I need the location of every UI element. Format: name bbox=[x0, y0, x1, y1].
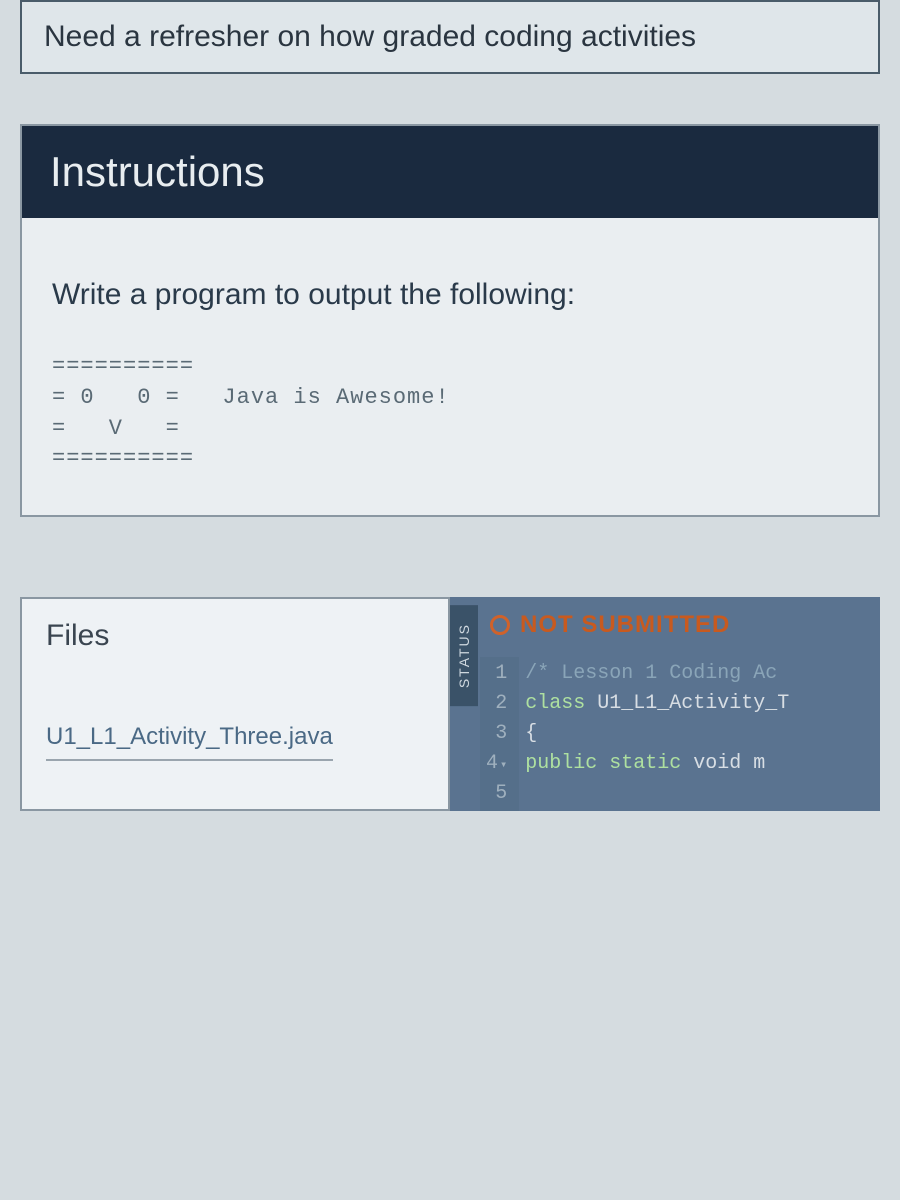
line-number: 2 bbox=[486, 689, 507, 719]
line-number: 3 bbox=[486, 719, 507, 749]
instructions-body: Write a program to output the following:… bbox=[22, 218, 878, 515]
fold-marker-icon[interactable]: ▾ bbox=[500, 758, 507, 772]
refresher-banner[interactable]: Need a refresher on how graded coding ac… bbox=[20, 0, 880, 74]
editor-main: NOT SUBMITTED 1 2 3 4▾ 5 /* Lesson 1 Cod… bbox=[480, 597, 880, 811]
code-token-keyword: public static bbox=[525, 752, 681, 775]
code-token-keyword: class bbox=[525, 692, 585, 715]
refresher-banner-text: Need a refresher on how graded coding ac… bbox=[44, 20, 696, 53]
instructions-prompt: Write a program to output the following: bbox=[52, 278, 848, 312]
status-tab[interactable]: STATUS bbox=[450, 605, 478, 706]
code-editor[interactable]: 1 2 3 4▾ 5 /* Lesson 1 Coding Ac class U… bbox=[480, 657, 880, 811]
editor-panel: STATUS NOT SUBMITTED 1 2 3 4▾ 5 /* Lesso… bbox=[450, 597, 880, 811]
files-heading: Files bbox=[46, 619, 424, 653]
ide-row: Files U1_L1_Activity_Three.java STATUS N… bbox=[20, 597, 880, 811]
submission-status: NOT SUBMITTED bbox=[480, 597, 880, 657]
code-lines[interactable]: /* Lesson 1 Coding Ac class U1_L1_Activi… bbox=[519, 657, 795, 811]
instructions-panel: Instructions Write a program to output t… bbox=[20, 124, 880, 517]
sample-line: = 0 0 = Java is Awesome! bbox=[52, 385, 450, 410]
code-token-comment: /* Lesson 1 Coding Ac bbox=[525, 662, 777, 685]
line-number: 4▾ bbox=[486, 749, 507, 779]
status-circle-icon bbox=[490, 615, 510, 635]
expected-output-sample: ========== = 0 0 = Java is Awesome! = V … bbox=[52, 352, 848, 475]
code-token-brace: { bbox=[525, 719, 789, 749]
sample-line: ========== bbox=[52, 354, 194, 379]
code-token: void m bbox=[681, 752, 765, 775]
files-panel: Files U1_L1_Activity_Three.java bbox=[20, 597, 450, 811]
code-token-classname: U1_L1_Activity_T bbox=[585, 692, 789, 715]
line-number: 5 bbox=[486, 779, 507, 809]
status-text: NOT SUBMITTED bbox=[520, 611, 730, 639]
line-gutter: 1 2 3 4▾ 5 bbox=[480, 657, 519, 811]
sample-line: ========== bbox=[52, 446, 194, 471]
instructions-heading: Instructions bbox=[22, 126, 878, 218]
sample-line: = V = bbox=[52, 416, 180, 441]
file-item[interactable]: U1_L1_Activity_Three.java bbox=[46, 723, 333, 761]
line-number: 1 bbox=[486, 659, 507, 689]
